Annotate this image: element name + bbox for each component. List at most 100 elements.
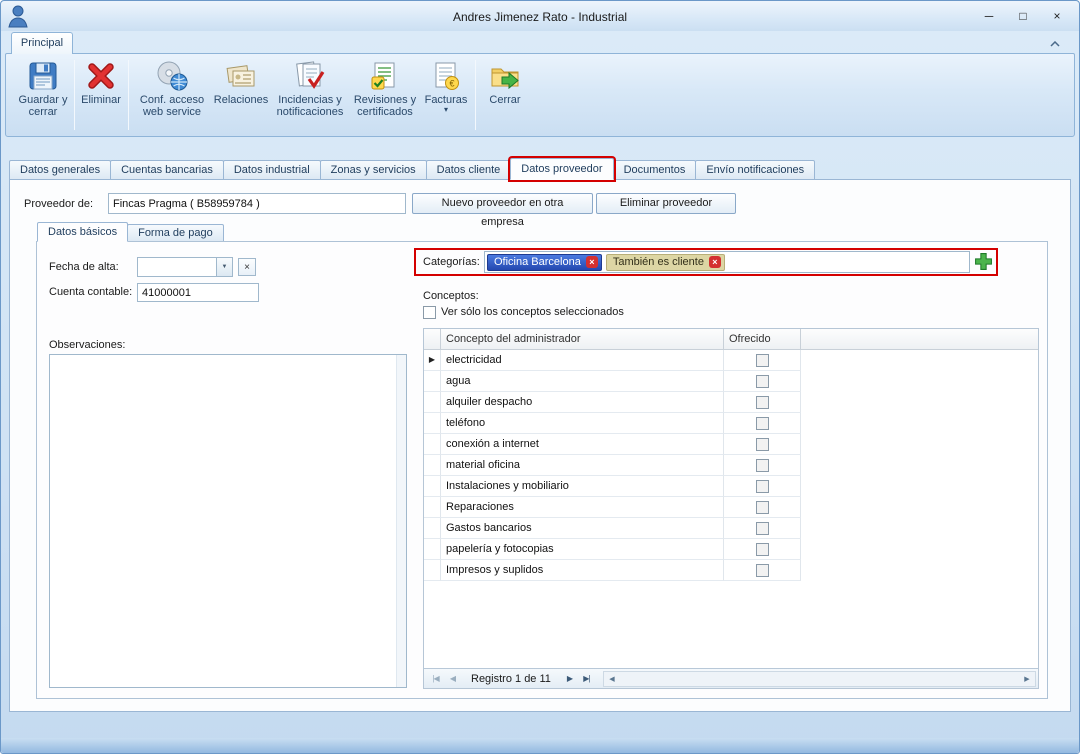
column-header-concepto[interactable]: Concepto del administrador bbox=[441, 329, 724, 349]
ofrecido-checkbox[interactable] bbox=[756, 459, 769, 472]
category-tag[interactable]: También es cliente × bbox=[606, 254, 725, 271]
web-service-config-button[interactable]: Conf. acceso web service bbox=[132, 58, 212, 134]
toolbar-separator bbox=[74, 60, 75, 130]
table-row[interactable]: Impresos y suplidos bbox=[424, 560, 1038, 581]
tab-datos-proveedor[interactable]: Datos proveedor bbox=[510, 158, 613, 180]
table-row[interactable]: papelería y fotocopias bbox=[424, 539, 1038, 560]
table-row[interactable]: alquiler despacho bbox=[424, 392, 1038, 413]
row-selector bbox=[424, 413, 441, 434]
scroll-left-icon[interactable]: ◀ bbox=[604, 675, 620, 683]
row-filler bbox=[801, 434, 1038, 455]
close-icon[interactable]: × bbox=[1049, 8, 1065, 24]
table-row[interactable]: agua bbox=[424, 371, 1038, 392]
scrollbar-track[interactable] bbox=[620, 672, 1019, 686]
button-label: Cerrar bbox=[489, 94, 520, 106]
row-selector bbox=[424, 539, 441, 560]
ribbon-tab-principal[interactable]: Principal bbox=[11, 32, 73, 54]
ribbon-collapse-button[interactable] bbox=[1044, 36, 1066, 51]
concepto-cell[interactable]: Gastos bancarios bbox=[441, 518, 724, 539]
remove-tag-icon[interactable]: × bbox=[709, 256, 721, 268]
table-row[interactable]: material oficina bbox=[424, 455, 1038, 476]
tab-zonas-servicios[interactable]: Zonas y servicios bbox=[320, 160, 427, 180]
ofrecido-checkbox[interactable] bbox=[756, 522, 769, 535]
fecha-alta-combo[interactable]: ▼ bbox=[137, 257, 233, 277]
revisions-certificates-button[interactable]: Revisiones y certificados bbox=[351, 58, 419, 134]
tab-datos-generales[interactable]: Datos generales bbox=[9, 160, 111, 180]
ofrecido-checkbox[interactable] bbox=[756, 438, 769, 451]
categorias-field[interactable]: Oficina Barcelona × También es cliente × bbox=[484, 251, 970, 273]
ofrecido-checkbox[interactable] bbox=[756, 564, 769, 577]
subtab-forma-pago[interactable]: Forma de pago bbox=[127, 224, 224, 242]
observaciones-scrollbar[interactable] bbox=[396, 355, 406, 687]
concepto-cell[interactable]: agua bbox=[441, 371, 724, 392]
add-category-button[interactable] bbox=[973, 251, 994, 272]
concepto-cell[interactable]: Reparaciones bbox=[441, 497, 724, 518]
tab-datos-cliente[interactable]: Datos cliente bbox=[426, 160, 512, 180]
concepto-cell[interactable]: papelería y fotocopias bbox=[441, 539, 724, 560]
next-record-icon[interactable]: ▶ bbox=[561, 674, 578, 683]
clear-date-icon[interactable]: × bbox=[238, 258, 256, 276]
table-row[interactable]: Reparaciones bbox=[424, 497, 1038, 518]
tab-page-datos-proveedor: Proveedor de: Nuevo proveedor en otra em… bbox=[9, 179, 1071, 712]
concepto-cell[interactable]: teléfono bbox=[441, 413, 724, 434]
table-row[interactable]: Instalaciones y mobiliario bbox=[424, 476, 1038, 497]
close-form-button[interactable]: Cerrar bbox=[479, 58, 531, 134]
relations-button[interactable]: Relaciones bbox=[213, 58, 269, 134]
datos-basicos-panel: Fecha de alta: ▼ × Cuenta contable: Obse… bbox=[36, 241, 1048, 699]
concepto-cell[interactable]: material oficina bbox=[441, 455, 724, 476]
table-row[interactable]: conexión a internet bbox=[424, 434, 1038, 455]
last-record-icon[interactable]: ▶| bbox=[578, 674, 595, 683]
tab-datos-industrial[interactable]: Datos industrial bbox=[223, 160, 321, 180]
cuenta-contable-input[interactable] bbox=[137, 283, 259, 302]
cuenta-contable-label: Cuenta contable: bbox=[49, 282, 132, 302]
save-close-button[interactable]: Guardar y cerrar bbox=[16, 58, 70, 134]
close-folder-icon bbox=[489, 60, 521, 92]
filter-checkbox[interactable] bbox=[423, 306, 436, 319]
table-row[interactable]: ▶ electricidad bbox=[424, 350, 1038, 371]
chevron-down-icon[interactable]: ▼ bbox=[216, 258, 232, 276]
concepto-cell[interactable]: Impresos y suplidos bbox=[441, 560, 724, 581]
horizontal-scrollbar[interactable]: ◀ ▶ bbox=[603, 671, 1036, 687]
ofrecido-checkbox[interactable] bbox=[756, 417, 769, 430]
ofrecido-checkbox[interactable] bbox=[756, 375, 769, 388]
button-label: Relaciones bbox=[214, 94, 268, 106]
ofrecido-checkbox[interactable] bbox=[756, 354, 769, 367]
subtab-datos-basicos[interactable]: Datos básicos bbox=[37, 222, 128, 242]
delete-button[interactable]: Eliminar bbox=[77, 58, 125, 134]
scroll-right-icon[interactable]: ▶ bbox=[1019, 675, 1035, 683]
incidents-notifications-button[interactable]: Incidencias y notificaciones bbox=[270, 58, 350, 134]
delete-provider-button[interactable]: Eliminar proveedor bbox=[596, 193, 736, 214]
invoices-icon: € bbox=[430, 60, 462, 92]
row-filler bbox=[801, 350, 1038, 371]
fecha-alta-value[interactable] bbox=[138, 258, 216, 276]
concepto-cell[interactable]: Instalaciones y mobiliario bbox=[441, 476, 724, 497]
table-row[interactable]: teléfono bbox=[424, 413, 1038, 434]
ofrecido-checkbox[interactable] bbox=[756, 480, 769, 493]
invoices-button[interactable]: € Facturas ▾ bbox=[420, 58, 472, 134]
fecha-alta-label: Fecha de alta: bbox=[49, 257, 119, 277]
column-header-ofrecido[interactable]: Ofrecido bbox=[724, 329, 801, 349]
proveedor-input[interactable] bbox=[108, 193, 406, 214]
minimize-icon[interactable]: ─ bbox=[981, 8, 997, 24]
concepto-cell[interactable]: alquiler despacho bbox=[441, 392, 724, 413]
table-row[interactable]: Gastos bancarios bbox=[424, 518, 1038, 539]
row-filler bbox=[801, 455, 1038, 476]
observaciones-textarea[interactable] bbox=[49, 354, 407, 688]
concepto-cell[interactable]: electricidad bbox=[441, 350, 724, 371]
previous-record-icon[interactable]: ◀ bbox=[444, 674, 461, 683]
ofrecido-checkbox[interactable] bbox=[756, 543, 769, 556]
ofrecido-checkbox[interactable] bbox=[756, 396, 769, 409]
category-tag[interactable]: Oficina Barcelona × bbox=[487, 254, 602, 271]
ofrecido-checkbox[interactable] bbox=[756, 501, 769, 514]
tab-documentos[interactable]: Documentos bbox=[613, 160, 697, 180]
first-record-icon[interactable]: |◀ bbox=[427, 674, 444, 683]
tab-envio-notificaciones[interactable]: Envío notificaciones bbox=[695, 160, 815, 180]
concepto-cell[interactable]: conexión a internet bbox=[441, 434, 724, 455]
tab-cuentas-bancarias[interactable]: Cuentas bancarias bbox=[110, 160, 224, 180]
toolbar-separator bbox=[128, 60, 129, 130]
maximize-icon[interactable]: □ bbox=[1015, 8, 1031, 24]
toolbar-separator bbox=[475, 60, 476, 130]
button-label: Eliminar bbox=[81, 94, 121, 106]
remove-tag-icon[interactable]: × bbox=[586, 256, 598, 268]
new-provider-button[interactable]: Nuevo proveedor en otra empresa bbox=[412, 193, 593, 214]
